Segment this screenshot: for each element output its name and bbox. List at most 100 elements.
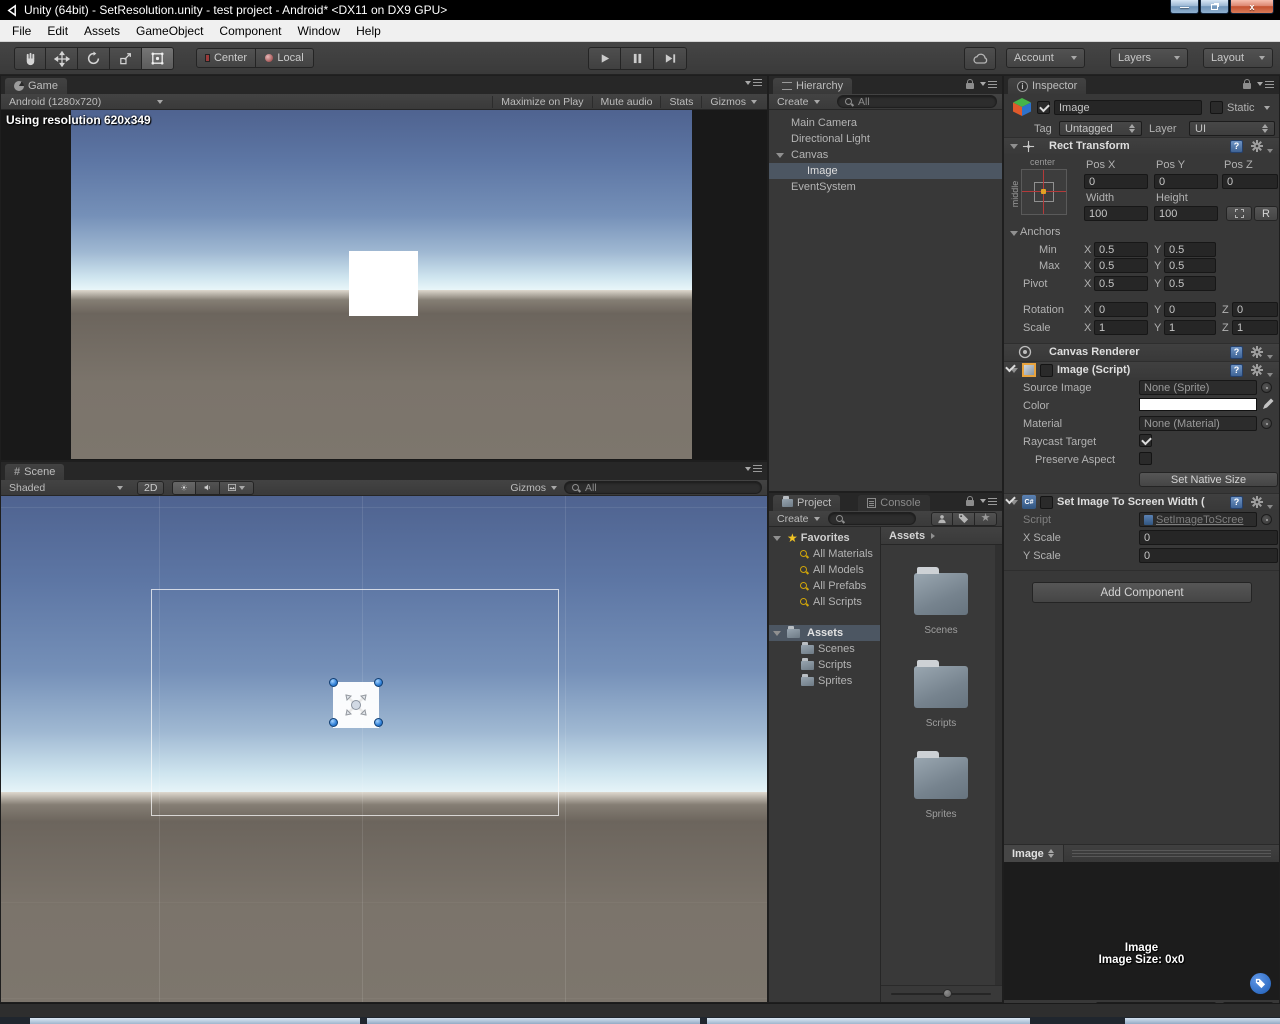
favorite-all-scripts[interactable]: All Scripts	[769, 594, 880, 610]
lock-icon[interactable]	[966, 500, 974, 506]
rotation-y-field[interactable]: 0	[1164, 302, 1216, 317]
game-viewport[interactable]: Using resolution 620x349	[1, 110, 767, 460]
gameobject-active-checkbox[interactable]	[1037, 101, 1050, 114]
gear-icon[interactable]	[1251, 364, 1263, 376]
favorite-all-prefabs[interactable]: All Prefabs	[769, 578, 880, 594]
step-button[interactable]	[654, 47, 687, 70]
tab-hierarchy[interactable]: Hierarchy	[773, 78, 852, 94]
source-image-field[interactable]: None (Sprite)	[1139, 380, 1257, 395]
y-scale-field[interactable]: 0	[1139, 548, 1278, 563]
preserve-aspect-checkbox[interactable]	[1139, 452, 1152, 465]
set-native-size-button[interactable]: Set Native Size	[1139, 472, 1278, 487]
scale-y-field[interactable]: 1	[1164, 320, 1216, 335]
rect-transform-header[interactable]: Rect Transform ?	[1004, 137, 1279, 154]
script-enabled-checkbox[interactable]	[1040, 496, 1053, 509]
anchor-preset-widget[interactable]	[1021, 169, 1067, 215]
script-field[interactable]: SetImageToScree	[1139, 512, 1257, 527]
hierarchy-item-main-camera[interactable]: Main Camera	[769, 115, 1002, 131]
tab-game[interactable]: Game	[5, 78, 67, 94]
hand-tool-button[interactable]	[14, 47, 46, 70]
tree-folder-sprites[interactable]: Sprites	[769, 673, 880, 689]
tab-scene[interactable]: # Scene	[5, 464, 64, 480]
scene-2d-toggle[interactable]: 2D	[137, 481, 164, 495]
rotate-tool-button[interactable]	[78, 47, 110, 70]
scene-audio-toggle[interactable]	[196, 481, 220, 495]
foldout-open-icon[interactable]	[1010, 144, 1018, 149]
object-picker-icon[interactable]	[1261, 418, 1272, 429]
pivot-center-button[interactable]: Center	[196, 48, 256, 68]
corner-handle-top-left[interactable]	[329, 678, 338, 687]
gear-icon[interactable]	[1251, 346, 1263, 358]
hierarchy-create-dropdown[interactable]: Create	[769, 96, 828, 108]
corner-handle-top-right[interactable]	[374, 678, 383, 687]
x-scale-field[interactable]: 0	[1139, 530, 1278, 545]
stats-toggle[interactable]: Stats	[660, 96, 701, 108]
anchors-max-x-field[interactable]: 0.5	[1094, 258, 1148, 273]
scene-viewport[interactable]	[1, 496, 767, 1002]
play-button[interactable]	[588, 47, 621, 70]
menu-component[interactable]: Component	[211, 21, 289, 41]
anchors-max-y-field[interactable]: 0.5	[1164, 258, 1216, 273]
menu-file[interactable]: File	[4, 21, 39, 41]
asset-folder-scenes[interactable]: Scenes	[914, 573, 968, 636]
gear-icon[interactable]	[1251, 496, 1263, 508]
tag-dropdown[interactable]: Untagged	[1059, 121, 1142, 136]
taskbar-item[interactable]	[367, 1018, 700, 1024]
scene-panel-menu-icon[interactable]	[745, 465, 762, 472]
search-by-label-button[interactable]	[953, 512, 975, 526]
raw-mode-button[interactable]: R	[1254, 206, 1278, 221]
cloud-collab-button[interactable]	[964, 47, 996, 70]
corner-handle-bottom-left[interactable]	[329, 718, 338, 727]
menu-window[interactable]: Window	[289, 21, 348, 41]
preview-drag-handle[interactable]	[1072, 850, 1271, 857]
scrollbar-vertical[interactable]	[995, 545, 1002, 985]
favorite-all-models[interactable]: All Models	[769, 562, 880, 578]
thumbnail-size-slider[interactable]	[891, 993, 991, 995]
account-dropdown[interactable]: Account	[1006, 48, 1085, 68]
static-dropdown-icon[interactable]	[1264, 106, 1270, 110]
scene-drawmode-dropdown[interactable]: Shaded	[1, 482, 131, 494]
menu-edit[interactable]: Edit	[39, 21, 76, 41]
assetbundle-tag-button[interactable]	[1250, 973, 1271, 994]
game-panel-menu-icon[interactable]	[745, 79, 762, 86]
layer-dropdown[interactable]: UI	[1189, 121, 1275, 136]
pos-y-field[interactable]: 0	[1154, 174, 1218, 189]
rect-tool-button[interactable]	[142, 47, 174, 70]
tree-folder-scripts[interactable]: Scripts	[769, 657, 880, 673]
canvas-renderer-header[interactable]: Canvas Renderer ?	[1004, 343, 1279, 360]
assets-root-folder[interactable]: Assets	[769, 625, 880, 641]
gameobject-name-field[interactable]: Image	[1054, 100, 1202, 115]
pivot-y-field[interactable]: 0.5	[1164, 276, 1216, 291]
hierarchy-item-canvas[interactable]: Canvas	[769, 147, 1002, 163]
static-checkbox[interactable]	[1210, 101, 1223, 114]
material-field[interactable]: None (Material)	[1139, 416, 1257, 431]
eyedropper-icon[interactable]	[1262, 398, 1274, 410]
asset-folder-scripts[interactable]: Scripts	[914, 666, 968, 729]
menu-help[interactable]: Help	[348, 21, 389, 41]
restore-button[interactable]	[1200, 0, 1229, 14]
taskbar-item[interactable]	[1125, 1018, 1280, 1024]
scale-z-field[interactable]: 1	[1232, 320, 1278, 335]
search-by-type-button[interactable]	[931, 512, 953, 526]
lock-icon[interactable]	[966, 83, 974, 89]
scene-search-input[interactable]: All	[564, 481, 762, 494]
foldout-open-icon[interactable]	[776, 153, 784, 158]
pivot-x-field[interactable]: 0.5	[1094, 276, 1148, 291]
add-component-button[interactable]: Add Component	[1032, 582, 1252, 603]
pos-x-field[interactable]: 0	[1084, 174, 1148, 189]
help-icon[interactable]: ?	[1230, 140, 1243, 153]
anchors-min-x-field[interactable]: 0.5	[1094, 242, 1148, 257]
asset-folder-sprites[interactable]: Sprites	[914, 757, 968, 820]
game-gizmos-dropdown[interactable]: Gizmos	[701, 96, 763, 108]
favorite-all-materials[interactable]: All Materials	[769, 546, 880, 562]
game-resolution-dropdown[interactable]: Android (1280x720)	[1, 96, 171, 108]
mute-audio-toggle[interactable]: Mute audio	[592, 96, 661, 108]
menu-assets[interactable]: Assets	[76, 21, 128, 41]
inspector-panel-menu-icon[interactable]	[1257, 81, 1274, 88]
help-icon[interactable]: ?	[1230, 364, 1243, 377]
hierarchy-item-image[interactable]: Image	[769, 163, 1002, 179]
tab-inspector[interactable]: i Inspector	[1008, 78, 1086, 94]
tab-console[interactable]: Console	[858, 495, 929, 511]
orientation-local-button[interactable]: Local	[256, 48, 314, 68]
pause-button[interactable]	[621, 47, 654, 70]
